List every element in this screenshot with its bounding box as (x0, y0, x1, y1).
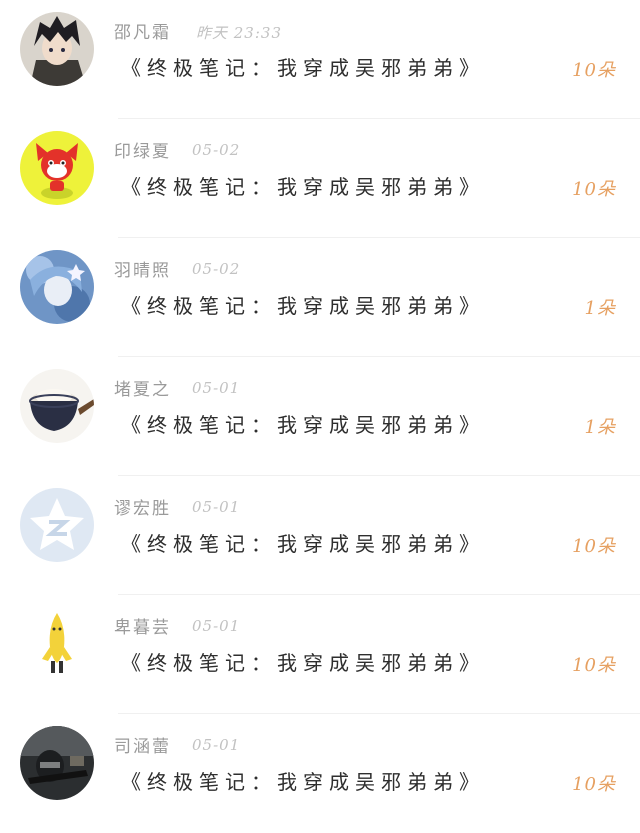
book-title[interactable]: 《终极笔记：我穿成吴邪弟弟》 (121, 171, 485, 200)
sender-name: 邵凡霜 (114, 23, 171, 43)
gift-time: 05-01 (192, 379, 241, 397)
sender-name: 卑暮芸 (114, 618, 171, 638)
gift-count: 1朵 (584, 417, 616, 438)
sender-name: 印绿夏 (114, 142, 171, 162)
sender-name: 谬宏胜 (114, 499, 171, 519)
gift-count: 1朵 (584, 298, 616, 319)
book-title[interactable]: 《终极笔记：我穿成吴邪弟弟》 (121, 290, 485, 319)
gift-time: 05-02 (192, 141, 241, 159)
sender-name: 堵夏之 (114, 380, 171, 400)
avatar[interactable] (20, 607, 94, 681)
avatar[interactable] (20, 12, 94, 86)
avatar[interactable] (20, 131, 94, 205)
red-fox-avatar-icon (20, 131, 94, 205)
gift-count: 10朵 (572, 655, 616, 676)
gift-time: 05-01 (192, 617, 241, 635)
avatar[interactable] (20, 726, 94, 800)
list-item[interactable]: 邵凡霜 昨天 23:33 《终极笔记：我穿成吴邪弟弟》 10朵 (0, 0, 640, 119)
gift-list: 邵凡霜 昨天 23:33 《终极笔记：我穿成吴邪弟弟》 10朵 印绿夏 05-0… (0, 0, 640, 817)
sender-name: 羽晴照 (114, 261, 171, 281)
gift-time: 昨天 23:33 (196, 24, 282, 42)
gift-count: 10朵 (572, 179, 616, 200)
list-item[interactable]: 司涵蕾 05-01 《终极笔记：我穿成吴邪弟弟》 10朵 (0, 714, 640, 833)
book-title[interactable]: 《终极笔记：我穿成吴邪弟弟》 (121, 52, 485, 81)
list-item[interactable]: 堵夏之 05-01 《终极笔记：我穿成吴邪弟弟》 1朵 (0, 357, 640, 476)
list-item[interactable]: 谬宏胜 05-01 《终极笔记：我穿成吴邪弟弟》 10朵 (0, 476, 640, 595)
gift-count: 10朵 (572, 60, 616, 81)
qzone-star-avatar-icon (20, 488, 94, 562)
gift-time: 05-01 (192, 736, 241, 754)
list-item[interactable]: 卑暮芸 05-01 《终极笔记：我穿成吴邪弟弟》 10朵 (0, 595, 640, 714)
avatar[interactable] (20, 250, 94, 324)
gift-time: 05-01 (192, 498, 241, 516)
book-title[interactable]: 《终极笔记：我穿成吴邪弟弟》 (121, 409, 485, 438)
avatar[interactable] (20, 369, 94, 443)
banana-man-avatar-icon (20, 607, 94, 681)
list-item[interactable]: 印绿夏 05-02 《终极笔记：我穿成吴邪弟弟》 10朵 (0, 119, 640, 238)
rice-bowl-avatar-icon (20, 369, 94, 443)
gift-count: 10朵 (572, 536, 616, 557)
anime-boy-avatar-icon (20, 12, 94, 86)
book-title[interactable]: 《终极笔记：我穿成吴邪弟弟》 (121, 528, 485, 557)
avatar[interactable] (20, 488, 94, 562)
sender-name: 司涵蕾 (114, 737, 171, 757)
book-title[interactable]: 《终极笔记：我穿成吴邪弟弟》 (121, 647, 485, 676)
gift-count: 10朵 (572, 774, 616, 795)
book-title[interactable]: 《终极笔记：我穿成吴邪弟弟》 (121, 766, 485, 795)
soldier-avatar-icon (20, 726, 94, 800)
gift-time: 05-02 (192, 260, 241, 278)
blue-hair-girl-avatar-icon (20, 250, 94, 324)
list-item[interactable]: 羽晴照 05-02 《终极笔记：我穿成吴邪弟弟》 1朵 (0, 238, 640, 357)
